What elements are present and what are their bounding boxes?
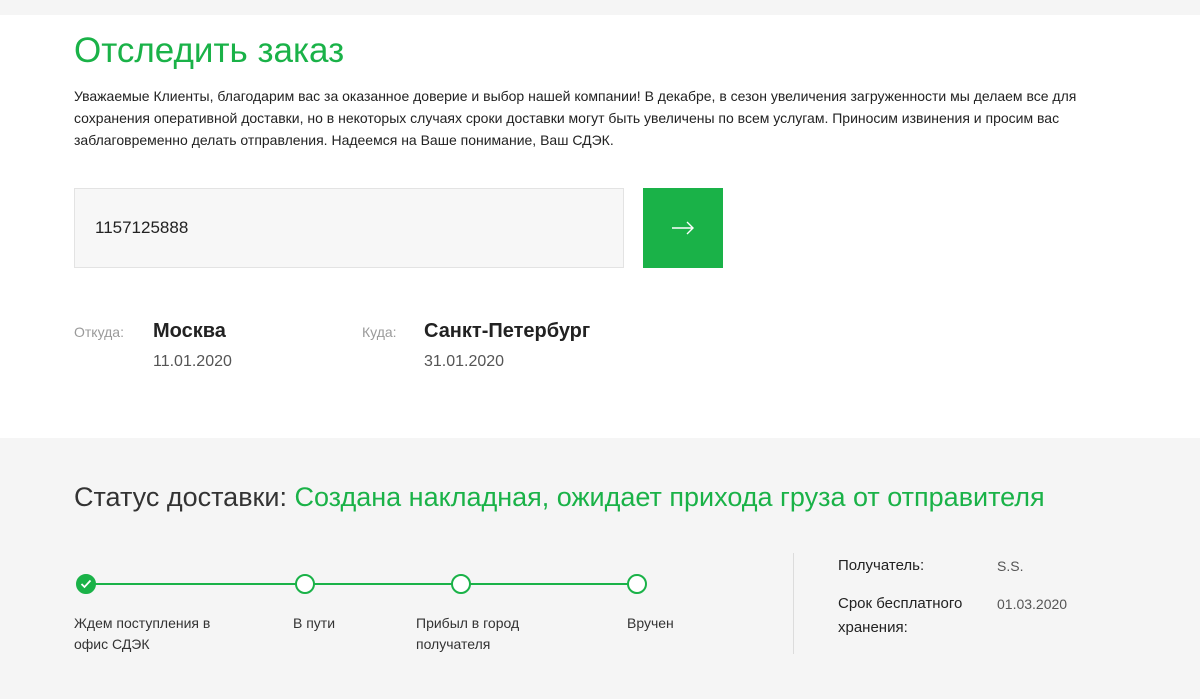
storage-label: Срок бесплатного хранения: bbox=[838, 595, 963, 636]
status-value: Создана накладная, ожидает прихода груза… bbox=[294, 482, 1045, 512]
step-dot-arrived bbox=[451, 574, 471, 594]
storage-value: 01.03.2020 bbox=[997, 596, 1068, 612]
to-city: Санкт-Петербург bbox=[424, 320, 591, 342]
step-dot-delivered bbox=[627, 574, 647, 594]
to-date: 31.01.2020 bbox=[424, 353, 505, 370]
top-strip bbox=[0, 0, 1200, 15]
notice-text: Уважаемые Клиенты, благодарим вас за ока… bbox=[74, 88, 1077, 148]
progress-line bbox=[86, 583, 638, 585]
status-label: Статус доставки: bbox=[74, 482, 287, 512]
step-label-arrived: Прибыл в город получателя bbox=[416, 615, 520, 652]
step-dot-waiting bbox=[76, 574, 96, 594]
check-icon bbox=[80, 579, 92, 589]
from-date: 11.01.2020 bbox=[153, 353, 232, 370]
delivery-status: Статус доставки: Создана накладная, ожид… bbox=[74, 479, 1045, 515]
recipient-value: S.S. bbox=[997, 558, 1024, 574]
arrow-right-icon bbox=[672, 221, 694, 235]
recipient-label: Получатель: bbox=[838, 557, 925, 574]
info-divider bbox=[793, 553, 794, 654]
step-label-waiting: Ждем поступления в офис СДЭК bbox=[74, 615, 211, 652]
step-label-delivered: Вручен bbox=[627, 615, 674, 631]
track-submit-button[interactable] bbox=[643, 188, 723, 268]
step-label-in-transit: В пути bbox=[293, 615, 336, 631]
from-city: Москва bbox=[153, 320, 226, 342]
page-title: Отследить заказ bbox=[74, 31, 345, 70]
to-label: Куда: bbox=[362, 324, 397, 340]
from-label: Откуда: bbox=[74, 324, 124, 340]
step-dot-in-transit bbox=[295, 574, 315, 594]
tracking-number-input[interactable] bbox=[74, 188, 624, 268]
